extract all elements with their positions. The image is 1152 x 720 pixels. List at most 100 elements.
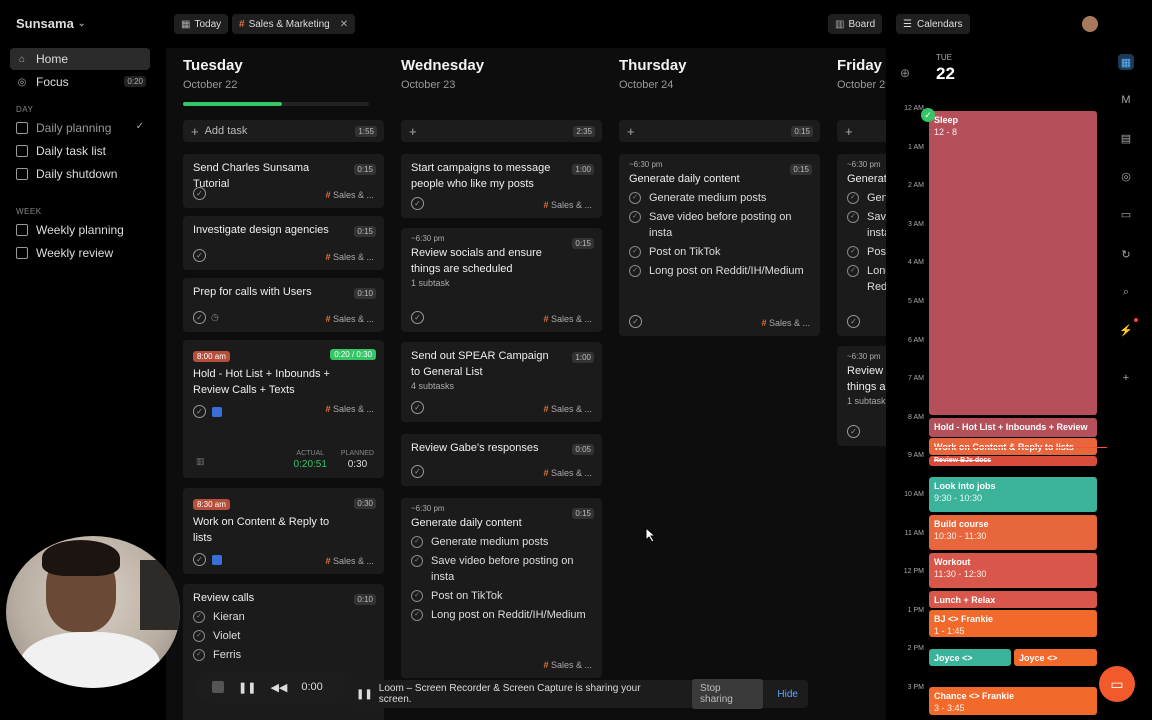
calendar-event-lunch[interactable]: Lunch + Relax [929,591,1097,608]
sync-icon[interactable]: ↻ [1118,246,1134,262]
bolt-icon[interactable]: ⚡ [1118,322,1134,338]
subtask[interactable]: ✓ Long post on Reddit/IH/Medium [629,263,810,279]
complete-checkbox[interactable]: ✓ [411,197,424,210]
calendar-event-course[interactable]: Build course 10:30 - 11:30 [929,515,1097,550]
search-icon[interactable]: ⌕ [1118,284,1134,300]
subtask-checkbox[interactable]: ✓ [411,590,423,602]
subtask[interactable]: ✓ Post on TikTok [629,244,810,260]
complete-checkbox[interactable]: ✓ [847,425,860,438]
subtask-checkbox[interactable]: ✓ [629,265,641,277]
task-card[interactable]: 8:30 am 0:30 Work on Content & Reply to … [183,488,384,574]
stop-recording-button[interactable] [212,681,224,693]
board-button[interactable]: ▥ Board [828,14,883,34]
subtask-checkbox[interactable]: ✓ [847,211,859,223]
close-icon[interactable]: ✕ [340,19,348,30]
subtask-checkbox[interactable]: ✓ [629,246,641,258]
subtask-checkbox[interactable]: ✓ [193,630,205,642]
add-integration-icon[interactable]: + [1118,370,1134,386]
subtask-checkbox[interactable]: ✓ [847,192,859,204]
task-card[interactable]: ~6:30 pm Generate ✓ Gene ✓ Save insta ✓ Pos… [837,154,886,336]
subtask[interactable]: ✓ Ferris [193,647,374,663]
calendar-event-workout[interactable]: Workout 11:30 - 12:30 [929,553,1097,588]
subtask[interactable]: ✓ Gene [847,190,886,206]
subtask-checkbox[interactable]: ✓ [411,609,423,621]
complete-checkbox[interactable]: ✓ [847,315,860,328]
task-card[interactable]: Send Charles Sunsama Tutorial 0:15 ✓ # S… [183,154,384,208]
calendar-event-joyce-1[interactable]: Joyce <> Frankie [929,649,1011,666]
sidebar-item-weekly-review[interactable]: Weekly review [10,242,150,264]
task-card[interactable]: ~6:30 pm Review socials and ensure thing… [401,228,602,332]
calendar-event-chance[interactable]: Chance <> Frankie 3 - 3:45 [929,687,1097,715]
subtask-checkbox[interactable]: ✓ [629,211,641,223]
task-card[interactable]: Prep for calls with Users 0:10 ✓ ◷ # Sal… [183,278,384,332]
gmail-icon[interactable]: M [1118,92,1134,108]
subtask[interactable]: ✓ Long post on Reddit/IH/Medium [411,607,592,623]
workspace-switcher[interactable]: Sunsama ⌄ [0,12,160,34]
add-task-button[interactable]: + 0:15 [619,120,820,142]
task-card[interactable]: ~6:30 pm Review so things are 1 subtask … [837,346,886,446]
sidebar-item-daily-planning[interactable]: Daily planning ✓ [10,117,150,139]
calendar-event-hold[interactable]: Hold - Hot List + Inbounds + Review [929,418,1097,437]
subtask-checkbox[interactable]: ✓ [193,611,205,623]
complete-checkbox[interactable]: ✓ [411,465,424,478]
task-card[interactable]: 8:00 am 0:20 / 0:30 Hold - Hot List + In… [183,340,384,478]
zoom-icon[interactable]: ⊕ [900,66,910,80]
subtask[interactable]: ✓ Generate medium posts [629,190,810,206]
subtask-checkbox[interactable]: ✓ [411,536,423,548]
subtask[interactable]: ✓ Generate medium posts [411,534,592,550]
add-task-button[interactable]: + [837,120,886,142]
subtask-checkbox[interactable]: ✓ [193,649,205,661]
trash-icon[interactable]: ▥ [196,456,205,467]
complete-checkbox[interactable]: ✓ [411,311,424,324]
task-card[interactable]: ~6:30 pm Generate daily content 0:15 ✓ Ge… [401,498,602,678]
subtask[interactable]: ✓ Long [847,263,886,279]
calendar-event-joyce-2[interactable]: Joyce <> Frankie [1014,649,1097,666]
task-card[interactable]: Send out SPEAR Campaign to General List … [401,342,602,422]
calendar-event-sleep[interactable]: Sleep 12 - 8 [929,111,1097,415]
today-button[interactable]: ▦ Today [174,14,229,34]
subtask[interactable]: ✓ Post on TikTok [411,588,592,604]
subtask[interactable]: ✓ Save video before posting on insta [411,553,592,585]
task-card[interactable]: ~6:30 pm Generate daily content 0:15 ✓ Ge… [619,154,820,336]
calendar-integration-icon[interactable]: ▦ [1118,54,1134,70]
rewind-icon[interactable]: ◀◀ [270,681,287,694]
subtask[interactable]: ✓ Kieran [193,609,374,625]
add-task-button[interactable]: + 2:35 [401,120,602,142]
complete-checkbox[interactable]: ✓ [193,249,206,262]
complete-checkbox[interactable]: ✓ [411,401,424,414]
notes-icon[interactable]: ▤ [1118,130,1134,146]
subtask-checkbox[interactable]: ✓ [629,192,641,204]
subtask-checkbox[interactable]: ✓ [847,246,859,258]
subtask[interactable]: ✓ Save video before posting on insta [629,209,810,241]
stop-sharing-button[interactable]: Stop sharing [692,679,764,709]
task-card[interactable]: Investigate design agencies 0:15 ✓ # Sal… [183,216,384,270]
add-task-button[interactable]: + Add task 1:55 [183,120,384,142]
hide-button[interactable]: Hide [777,689,798,700]
task-card[interactable]: Review Gabe's responses 0:05 ✓ # Sales &… [401,434,602,486]
sidebar-item-home[interactable]: ⌂ Home [10,48,150,70]
sidebar-item-focus[interactable]: ◎ Focus 0:20 [10,71,150,93]
calendar-event-review[interactable]: Review BJs docs [929,456,1097,466]
subtask[interactable]: ✓ Save [847,209,886,225]
webcam-bubble[interactable] [6,536,180,688]
complete-checkbox[interactable]: ✓ [193,187,206,200]
complete-checkbox[interactable]: ✓ [193,405,206,418]
calendar-event-jobs[interactable]: Look into jobs 9:30 - 10:30 [929,477,1097,512]
subtask-checkbox[interactable]: ✓ [411,555,423,567]
subtask-checkbox[interactable]: ✓ [847,265,859,277]
sidebar-item-weekly-planning[interactable]: Weekly planning [10,219,150,241]
archive-icon[interactable]: ▭ [1118,206,1134,222]
calendar-event-bj[interactable]: BJ <> Frankie 1 - 1:45 [929,610,1097,637]
channel-filter[interactable]: # Sales & Marketing ✕ [232,14,356,34]
subtask[interactable]: ✓ Violet [193,628,374,644]
pause-icon[interactable]: ❚❚ [238,681,256,694]
chat-support-button[interactable]: ▭ [1099,666,1135,702]
subtask[interactable]: ✓ Post [847,244,886,260]
avatar[interactable] [1082,16,1098,32]
target-icon[interactable]: ◎ [1118,168,1134,184]
complete-checkbox[interactable]: ✓ [193,553,206,566]
sidebar-item-daily-shutdown[interactable]: Daily shutdown [10,163,150,185]
sidebar-item-daily-task-list[interactable]: Daily task list [10,140,150,162]
task-card[interactable]: Start campaigns to message people who li… [401,154,602,218]
calendars-button[interactable]: ☰ Calendars [896,14,970,34]
